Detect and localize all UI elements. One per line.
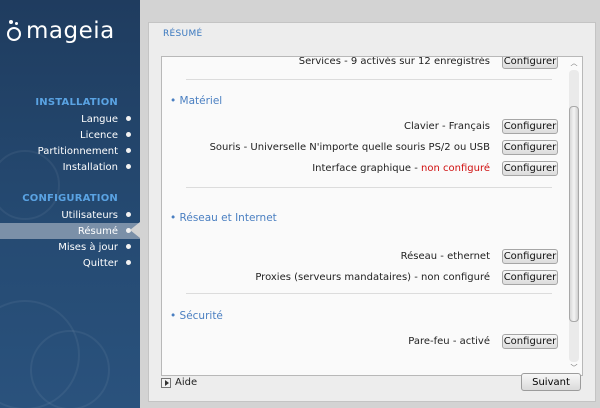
summary-panel: RÉSUMÉ Services - 9 activés sur 12 enreg… <box>148 22 596 402</box>
sidebar-item-quitter: Quitter <box>82 255 131 271</box>
summary-row-reseau: Réseau - ethernet Configurer <box>401 246 558 266</box>
sidebar-section-configuration: CONFIGURATION <box>22 193 118 204</box>
summary-row-label: Services - 9 activés sur 12 enregistrés <box>298 56 490 67</box>
configure-firewall-button[interactable]: Configurer <box>502 333 558 349</box>
summary-row-services: Services - 9 activés sur 12 enregistrés … <box>298 56 558 71</box>
sidebar-item-label: Utilisateurs <box>61 209 118 221</box>
sidebar: mageia INSTALLATION Langue Licence Parti… <box>0 0 140 408</box>
sidebar-item-licence: Licence <box>80 127 131 143</box>
summary-row-clavier: Clavier - Français Configurer <box>404 116 558 136</box>
summary-row-label: Clavier - Français <box>403 120 490 132</box>
sidebar-item-partitionnement: Partitionnement <box>37 143 131 159</box>
next-button[interactable]: Suivant <box>521 373 581 391</box>
configure-proxies-button[interactable]: Configurer <box>502 269 558 285</box>
label-prefix: Interface graphique - <box>312 162 422 174</box>
sidebar-item-label: Langue <box>81 113 118 125</box>
step-bullet-icon <box>126 132 131 137</box>
configure-keyboard-button[interactable]: Configurer <box>502 118 558 134</box>
summary-row-label: Proxies (serveurs mandataires) - non con… <box>255 271 490 283</box>
help-button[interactable]: Aide <box>161 377 197 388</box>
sidebar-item-label: Mises à jour <box>58 241 118 253</box>
step-bullet-icon <box>126 212 131 217</box>
divider <box>186 293 552 294</box>
help-label: Aide <box>175 377 198 388</box>
summary-row-proxies: Proxies (serveurs mandataires) - non con… <box>255 267 558 287</box>
current-step-pointer-icon <box>130 222 140 238</box>
summary-row-label: Pare-feu - activé <box>408 335 490 347</box>
background-flower <box>0 150 60 220</box>
sidebar-item-resume: Résumé <box>0 223 140 239</box>
sidebar-item-utilisateurs: Utilisateurs <box>61 207 131 223</box>
summary-row-souris: Souris - Universelle N'importe quelle so… <box>210 137 558 157</box>
configure-mouse-button[interactable]: Configurer <box>502 139 558 155</box>
status-not-configured: non configuré <box>421 162 490 174</box>
step-bullet-icon <box>126 260 131 265</box>
summary-row-label: Souris - Universelle N'importe quelle so… <box>209 141 490 153</box>
help-play-icon <box>161 377 171 388</box>
sidebar-item-label: Installation <box>62 161 118 173</box>
sidebar-item-label: Quitter <box>82 257 118 269</box>
divider <box>186 79 552 80</box>
configure-network-button[interactable]: Configurer <box>502 248 558 264</box>
mageia-logo: mageia <box>6 14 115 48</box>
configure-services-button[interactable]: Configurer <box>502 57 558 69</box>
section-title-materiel: • Matériel <box>170 95 223 107</box>
summary-row-label: Interface graphique - non configuré <box>312 163 490 174</box>
step-bullet-icon <box>126 244 131 249</box>
summary-scroll-area[interactable]: Services - 9 activés sur 12 enregistrés … <box>161 56 583 376</box>
summary-row-pare-feu: Pare-feu - activé Configurer <box>408 331 558 351</box>
sidebar-item-installation: Installation <box>62 159 131 175</box>
scrollbar-thumb[interactable] <box>569 106 579 322</box>
sidebar-item-langue: Langue <box>81 111 131 127</box>
sidebar-item-label: Partitionnement <box>37 145 118 157</box>
section-title-reseau: • Réseau et Internet <box>170 212 277 224</box>
sidebar-item-mises-a-jour: Mises à jour <box>58 239 131 255</box>
background-flower <box>30 330 110 408</box>
sidebar-item-label: Résumé <box>77 225 118 237</box>
summary-row-interface-graphique: Interface graphique - non configuré Conf… <box>312 158 558 178</box>
step-bullet-icon <box>126 164 131 169</box>
vertical-scrollbar[interactable]: ︿ ﹀ <box>568 59 580 373</box>
scroll-up-icon[interactable]: ︿ <box>570 59 578 67</box>
scroll-down-icon[interactable]: ﹀ <box>570 364 578 372</box>
mageia-logo-icon <box>6 20 22 42</box>
divider <box>186 187 552 188</box>
page-title: RÉSUMÉ <box>163 29 203 39</box>
configure-graphics-button[interactable]: Configurer <box>502 160 558 176</box>
sidebar-section-installation: INSTALLATION <box>35 97 118 108</box>
sidebar-item-label: Licence <box>80 129 118 141</box>
section-title-securite: • Sécurité <box>170 310 223 322</box>
step-bullet-icon <box>126 116 131 121</box>
logo-text: mageia <box>26 18 115 44</box>
step-bullet-icon <box>126 148 131 153</box>
summary-row-label: Réseau - ethernet <box>400 250 490 262</box>
